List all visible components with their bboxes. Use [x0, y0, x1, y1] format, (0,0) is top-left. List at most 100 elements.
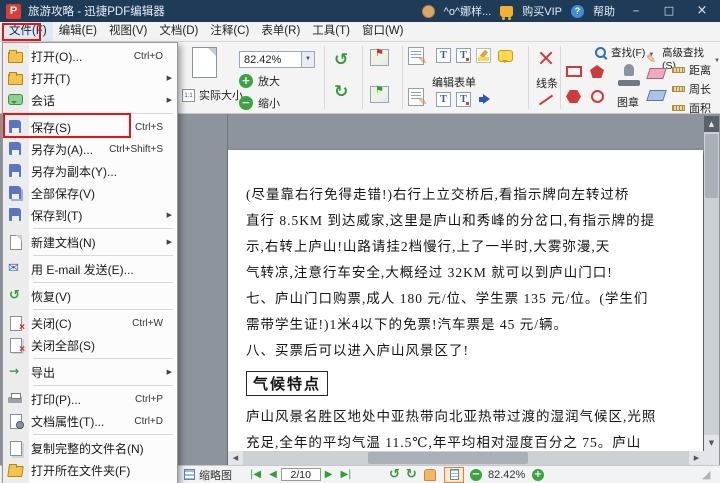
edit-form-label[interactable]: 编辑表单: [432, 74, 476, 90]
menu-item-save-as[interactable]: 另存为(A)... Ctrl+Shift+S: [3, 138, 177, 160]
file-menu-dropdown: 打开(O)... Ctrl+O 打开(T) 会话 保存(S) Ctrl+S 另存…: [2, 42, 178, 483]
text-box-icon[interactable]: [456, 48, 471, 63]
vertical-scroll-thumb[interactable]: [705, 134, 718, 198]
document-section-heading: 气候特点: [246, 371, 328, 396]
audio-comment-icon[interactable]: [478, 92, 493, 107]
zoom-in-icon: [532, 469, 544, 481]
zoom-combobox[interactable]: 82.42%: [239, 51, 315, 68]
diagonal-line-icon[interactable]: [538, 92, 554, 108]
help-button[interactable]: 帮助: [593, 3, 615, 19]
highlighter-icon[interactable]: [476, 48, 491, 63]
menu-edit[interactable]: 编辑(E): [53, 22, 103, 41]
document-text-line: 七、庐山门口购票,成人 180 元/位、学生票 135 元/位。(学生们: [246, 286, 689, 312]
typewriter-icon[interactable]: [436, 92, 451, 107]
menu-item-save-to[interactable]: 保存到(T): [3, 204, 177, 226]
menu-item-save-all[interactable]: 全部保存(V): [3, 182, 177, 204]
text-annotation-icon[interactable]: [456, 92, 471, 107]
menu-item-revert[interactable]: 恢复(V): [3, 285, 177, 307]
circle-shape-icon[interactable]: [591, 90, 604, 103]
export-icon: [8, 365, 23, 379]
menu-item-email[interactable]: 用 E-mail 发送(E)...: [3, 258, 177, 280]
eraser-blue-icon[interactable]: [646, 90, 667, 101]
fit-page-icon[interactable]: [192, 47, 217, 78]
resize-grip[interactable]: [702, 466, 710, 483]
buy-vip-button[interactable]: 购买VIP: [522, 3, 562, 19]
scrollbar-corner: [704, 451, 719, 465]
cross-lines-icon[interactable]: [538, 50, 554, 66]
hand-tool-button[interactable]: [424, 466, 436, 483]
rotate-view-left-icon[interactable]: [386, 466, 403, 483]
hand-icon: [424, 469, 436, 481]
maximize-button[interactable]: [657, 2, 681, 20]
menu-tools[interactable]: 工具(T): [306, 22, 356, 41]
document-text-line: 庐山风景名胜区地处中亚热带向北亚热带过渡的湿润气候区,光照: [246, 404, 689, 430]
menu-item-copy-full-filename[interactable]: 复制完整的文件名(N): [3, 437, 177, 459]
menu-item-export[interactable]: 导出: [3, 361, 177, 383]
eraser-pink-icon[interactable]: [646, 68, 667, 79]
menu-item-open-containing-folder[interactable]: 打开所在文件夹(F): [3, 459, 177, 481]
menu-item-close[interactable]: 关闭(C) Ctrl+W: [3, 312, 177, 334]
measure-distance-button[interactable]: 距离: [672, 62, 711, 78]
minimize-button[interactable]: [624, 2, 648, 20]
horizontal-scrollbar[interactable]: [228, 451, 704, 465]
menu-item-document-properties[interactable]: 文档属性(T)... Ctrl+D: [3, 410, 177, 432]
menu-document[interactable]: 文档(D): [153, 22, 204, 41]
last-page-button[interactable]: [336, 466, 355, 483]
scroll-left-button[interactable]: [228, 451, 243, 465]
zoom-out-button[interactable]: 缩小: [239, 95, 280, 111]
comment-bubble-icon[interactable]: [498, 50, 513, 62]
map-flag-tool-icon[interactable]: [370, 86, 389, 103]
zoom-in-button[interactable]: 放大: [239, 73, 280, 89]
menu-item-new-document[interactable]: 新建文档(N): [3, 231, 177, 253]
hexagon-shape-icon[interactable]: [566, 90, 581, 103]
menu-form[interactable]: 表单(R): [255, 22, 306, 41]
stamp-label[interactable]: 图章: [617, 94, 639, 110]
scroll-right-button[interactable]: [689, 451, 704, 465]
thumbnail-panel-tab[interactable]: 缩略图: [184, 466, 232, 483]
menu-file[interactable]: 文件(F): [3, 22, 53, 41]
horizontal-scroll-thumb[interactable]: [368, 452, 528, 464]
menu-item-session[interactable]: 会话: [3, 89, 177, 111]
menu-item-save[interactable]: 保存(S) Ctrl+S: [3, 116, 177, 138]
measure-perimeter-button[interactable]: 周长: [672, 81, 711, 97]
map-pin-tool-icon[interactable]: [370, 49, 389, 66]
first-page-button[interactable]: [246, 466, 265, 483]
rotate-right-icon[interactable]: [334, 84, 348, 101]
menu-window[interactable]: 窗口(W): [356, 22, 410, 41]
user-name[interactable]: ^o^娜样...: [444, 3, 492, 19]
actual-size-button[interactable]: 实际大小: [182, 87, 243, 103]
menu-item-print[interactable]: 打印(P)... Ctrl+P: [3, 388, 177, 410]
copy-filename-icon: [8, 441, 23, 455]
menu-item-save-copy[interactable]: 另存为副本(Y)...: [3, 160, 177, 182]
text-field-icon[interactable]: [436, 48, 451, 63]
menu-item-open-recent[interactable]: 打开(T): [3, 67, 177, 89]
zoom-in-small-button[interactable]: [532, 466, 544, 483]
menu-item-close-all[interactable]: 关闭全部(S): [3, 334, 177, 356]
stamp-icon[interactable]: [617, 64, 641, 88]
menu-item-open[interactable]: 打开(O)... Ctrl+O: [3, 45, 177, 67]
menu-view[interactable]: 视图(V): [103, 22, 153, 41]
rotate-left-icon[interactable]: [334, 52, 348, 69]
scroll-up-button[interactable]: [704, 116, 719, 132]
form-field-edit-icon[interactable]: [408, 47, 424, 65]
ruler-icon: [672, 105, 685, 111]
vertical-scrollbar[interactable]: [704, 116, 719, 451]
next-page-button[interactable]: [321, 466, 337, 483]
menu-comment[interactable]: 注释(C): [204, 22, 255, 41]
document-text-line: (尽量靠右行免得走错!)右行上立交桥后,看指示牌向左转过桥: [246, 182, 689, 208]
page-number-input[interactable]: [281, 468, 321, 481]
close-button[interactable]: [690, 2, 714, 20]
ruler-icon: [672, 67, 685, 73]
document-text-line: 需带学生证!)1米4以下的免票!汽车票是 45 元/辆。: [246, 312, 689, 338]
combobox-caret-icon[interactable]: [301, 52, 314, 67]
scroll-down-button[interactable]: [704, 435, 719, 451]
previous-page-button[interactable]: [265, 466, 281, 483]
pentagon-shape-icon[interactable]: [590, 65, 604, 78]
rotate-view-right-icon[interactable]: [403, 466, 420, 483]
form-design-icon[interactable]: [408, 88, 424, 106]
user-avatar[interactable]: [422, 5, 435, 18]
rectangle-shape-icon[interactable]: [566, 66, 582, 77]
lines-label[interactable]: 线条: [536, 75, 558, 91]
selected-tool-button[interactable]: [444, 466, 464, 483]
zoom-out-small-button[interactable]: [470, 466, 482, 483]
